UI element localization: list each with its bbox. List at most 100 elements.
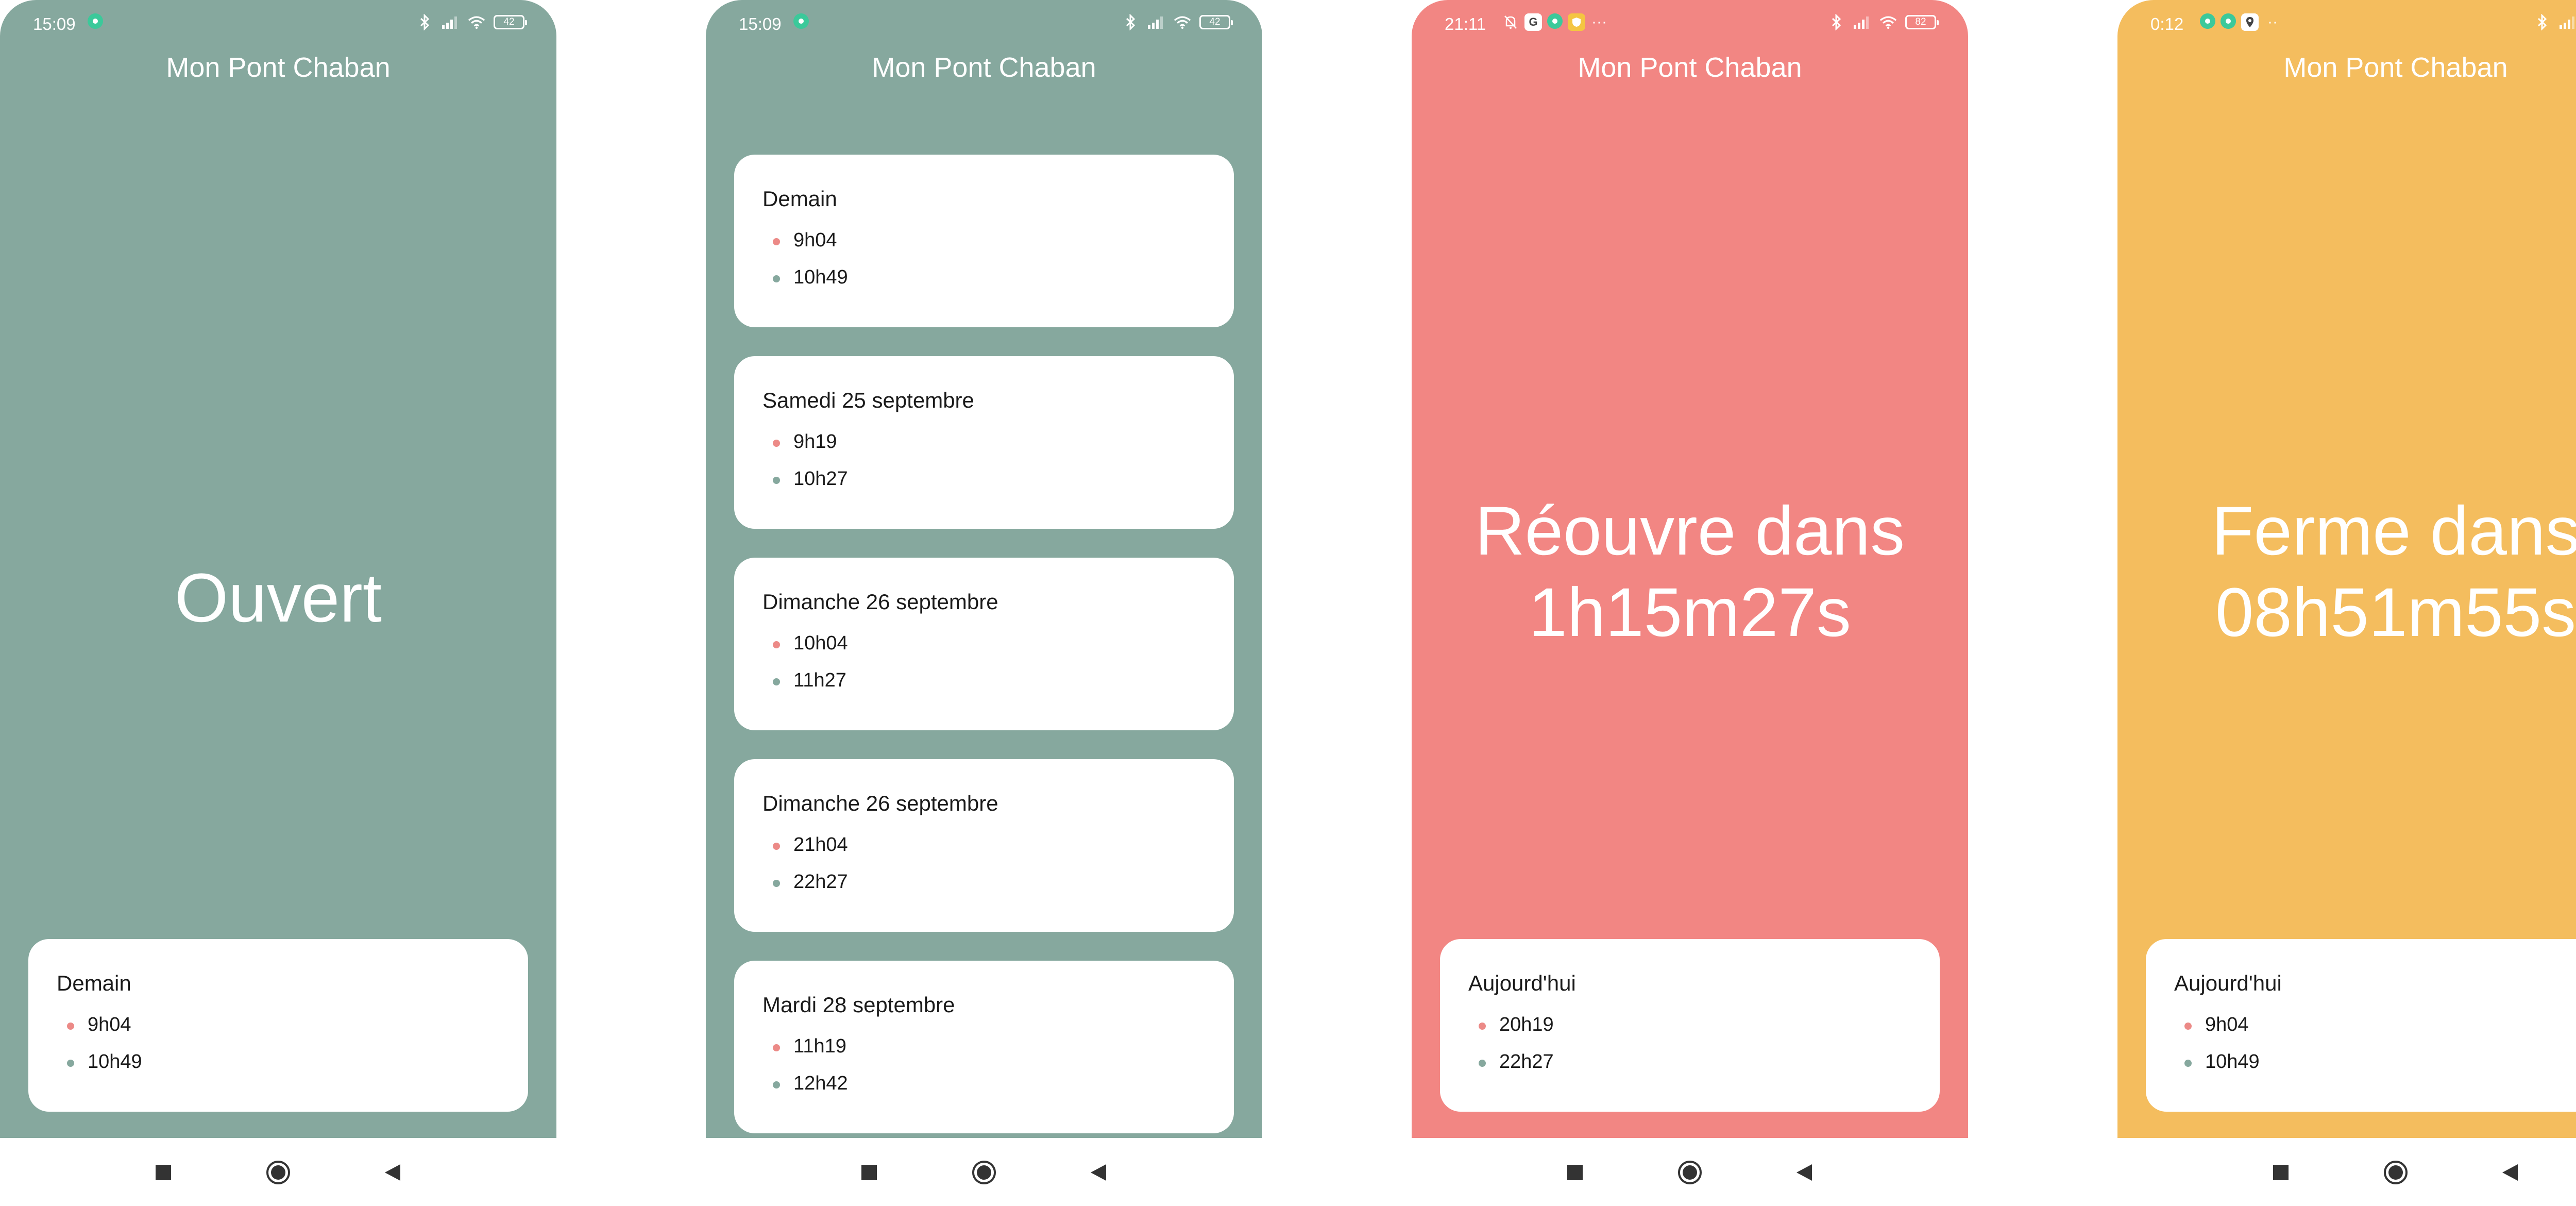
closing-dot-icon [1479, 1023, 1486, 1030]
opening-dot-icon [773, 880, 780, 887]
opening-dot-icon [773, 678, 780, 685]
recents-square-icon[interactable] [855, 1159, 883, 1186]
phone-screen-4: 0:12 ·· 25 Mon Pont Chaban [2117, 0, 2576, 1206]
app-screen: 0:12 ·· 25 Mon Pont Chaban [2117, 0, 2576, 1138]
recents-square-icon[interactable] [2267, 1159, 2295, 1186]
bluetooth-icon [1828, 13, 1845, 31]
battery-icon: 82 [1905, 15, 1939, 29]
card-day: Mardi 28 septembre [762, 993, 955, 1017]
navigation-bar [2117, 1138, 2576, 1206]
status-time: 21:11 [1445, 14, 1486, 34]
schedule-card: Samedi 25 septembre 9h19 10h27 [734, 356, 1234, 529]
closing-time: 20h19 [1468, 1006, 1940, 1043]
shield-icon [1568, 13, 1585, 31]
more-dots-icon: ··· [1591, 13, 1607, 30]
schedule-card: Demain 9h04 10h49 [734, 155, 1234, 327]
closing-time: 9h19 [762, 423, 1234, 460]
opening-time: 12h42 [762, 1065, 1234, 1102]
closing-dot-icon [773, 641, 780, 648]
bluetooth-icon [416, 13, 434, 31]
signal-icon [442, 13, 460, 31]
countdown: 1h15m27s [1529, 574, 1851, 651]
home-circle-icon[interactable] [264, 1159, 292, 1186]
schedule-card: Dimanche 26 septembre 10h04 11h27 [734, 558, 1234, 730]
app-notification-icon [1547, 13, 1563, 29]
schedule-card: Dimanche 26 septembre 21h04 22h27 [734, 759, 1234, 932]
next-closure-card: Aujourd'hui 20h19 22h27 [1440, 939, 1940, 1112]
wifi-icon [1879, 13, 1897, 31]
back-triangle-icon[interactable] [379, 1159, 406, 1186]
app-screen: 15:09 42 Mon Pont Chaban Ouvert Demain 9… [0, 0, 556, 1138]
closing-time: 11h19 [762, 1028, 1234, 1065]
app-notification-icon [2200, 13, 2215, 29]
phone-screen-1: 15:09 42 Mon Pont Chaban Ouvert Demain 9… [0, 0, 556, 1206]
opening-dot-icon [1479, 1060, 1486, 1067]
status-message: Ferme dans [2211, 493, 2576, 569]
status-bar: 15:09 42 [0, 0, 556, 49]
signal-icon [1148, 13, 1165, 31]
opening-time: 22h27 [762, 863, 1234, 900]
app-screen: 21:11 G ··· 82 Mon Pont Chaban Réouvre d… [1412, 0, 1968, 1138]
notification-icons: ·· [2200, 13, 2281, 31]
back-triangle-icon[interactable] [1084, 1159, 1112, 1186]
opening-time: 11h27 [762, 662, 1234, 699]
notification-icons [793, 13, 809, 29]
status-time: 0:12 [2150, 14, 2184, 34]
home-circle-icon[interactable] [970, 1159, 998, 1186]
status-right: 42 [416, 13, 527, 31]
recents-square-icon[interactable] [1561, 1159, 1589, 1186]
countdown: 08h51m55s [2215, 574, 2576, 651]
status-time: 15:09 [33, 14, 76, 34]
status-bar: 21:11 G ··· 82 [1412, 0, 1968, 49]
opening-dot-icon [773, 1081, 780, 1088]
navigation-bar [0, 1138, 556, 1206]
app-notification-icon [2221, 13, 2236, 29]
battery-icon: 42 [1199, 15, 1233, 29]
notification-icons: G ··· [1502, 13, 1608, 31]
card-day: Aujourd'hui [1468, 971, 1576, 995]
closing-time: 21h04 [762, 826, 1234, 863]
card-day: Demain [762, 187, 837, 211]
recents-square-icon[interactable] [149, 1159, 177, 1186]
navigation-bar [1412, 1138, 1968, 1206]
closing-dot-icon [2184, 1023, 2192, 1030]
signal-icon [2560, 13, 2576, 31]
card-day: Demain [57, 971, 131, 995]
status-right: 42 [1122, 13, 1233, 31]
mute-bell-icon [1502, 13, 1519, 31]
card-day: Samedi 25 septembre [762, 388, 974, 412]
status-time: 15:09 [739, 14, 782, 34]
closing-dot-icon [773, 238, 780, 245]
opening-time: 10h49 [2174, 1043, 2576, 1080]
card-day: Aujourd'hui [2174, 971, 2282, 995]
closing-dot-icon [773, 440, 780, 447]
google-icon: G [1524, 13, 1542, 31]
bridge-status: Ferme dans 08h51m55s [2117, 491, 2576, 654]
bridge-status: Ouvert [174, 560, 382, 636]
opening-dot-icon [773, 275, 780, 282]
more-dots-icon: ·· [2267, 13, 2278, 30]
bridge-status: Réouvre dans 1h15m27s [1412, 491, 1968, 654]
closing-time: 10h04 [762, 625, 1234, 662]
bluetooth-icon [2534, 13, 2551, 31]
closing-time: 9h04 [57, 1006, 528, 1043]
notification-icons [88, 13, 103, 29]
wifi-icon [468, 13, 485, 31]
back-triangle-icon[interactable] [1790, 1159, 1818, 1186]
home-circle-icon[interactable] [2382, 1159, 2410, 1186]
app-title: Mon Pont Chaban [2283, 52, 2508, 83]
opening-dot-icon [2184, 1060, 2192, 1067]
wifi-icon [1174, 13, 1191, 31]
opening-time: 22h27 [1468, 1043, 1940, 1080]
closing-dot-icon [773, 1044, 780, 1051]
app-title: Mon Pont Chaban [166, 52, 391, 83]
closing-dot-icon [67, 1023, 74, 1030]
status-right: 25 [2534, 13, 2576, 31]
status-message: Réouvre dans [1475, 493, 1905, 569]
battery-icon: 42 [494, 15, 527, 29]
home-circle-icon[interactable] [1676, 1159, 1704, 1186]
closing-time: 9h04 [762, 222, 1234, 259]
opening-dot-icon [773, 477, 780, 484]
opening-time: 10h49 [762, 259, 1234, 296]
back-triangle-icon[interactable] [2496, 1159, 2524, 1186]
